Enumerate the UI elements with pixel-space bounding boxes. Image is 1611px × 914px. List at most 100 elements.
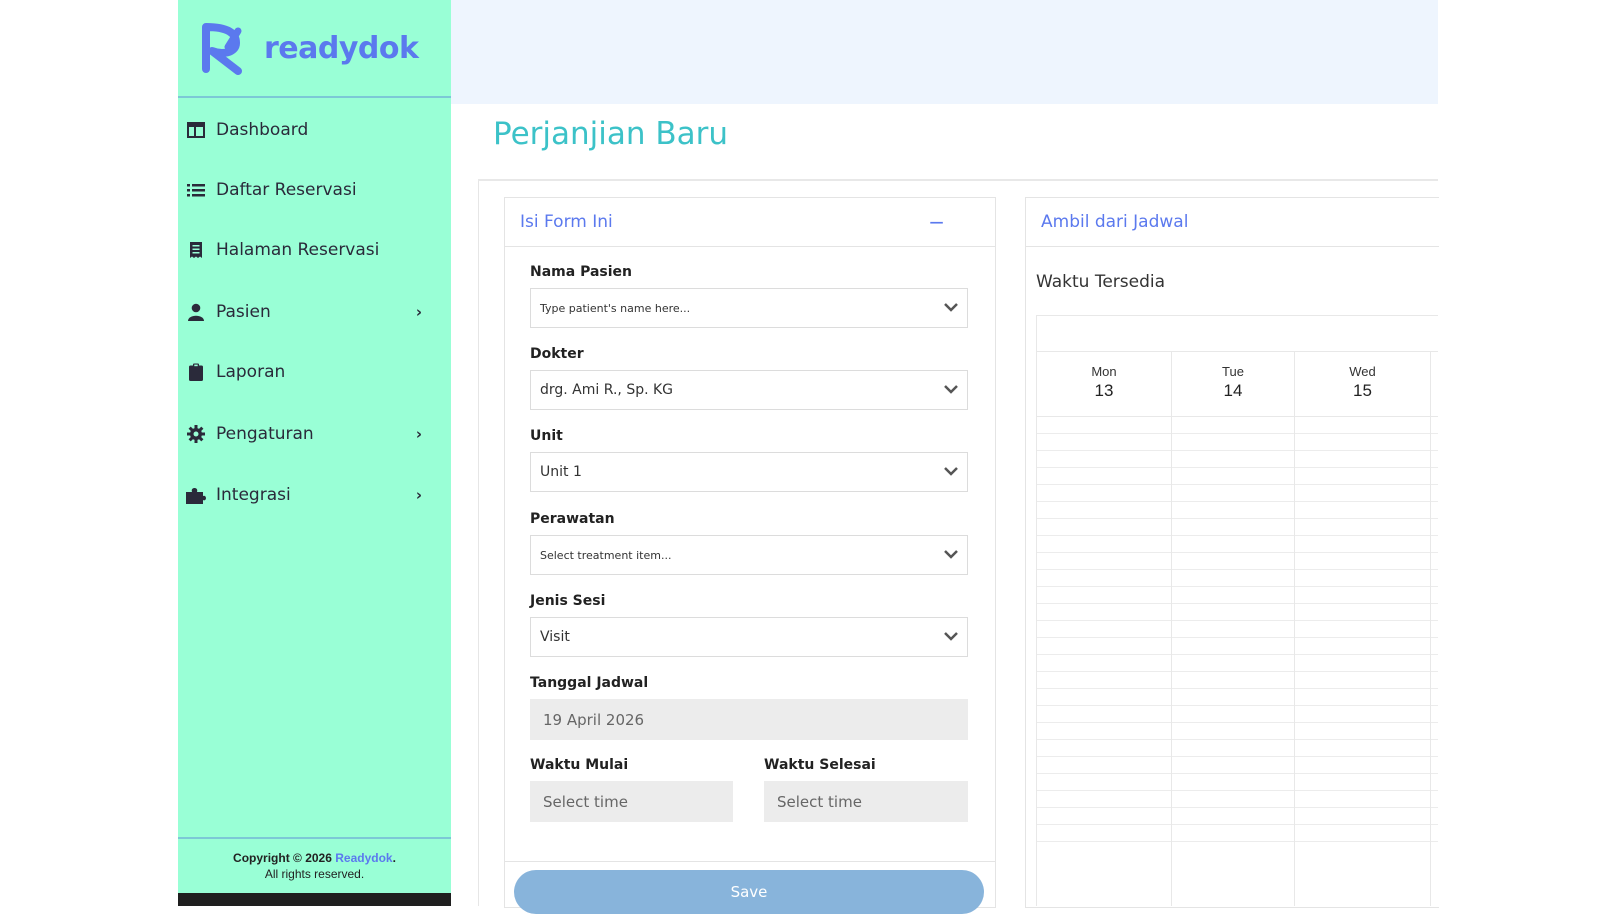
time-slot[interactable]: [1037, 841, 1171, 842]
time-slot[interactable]: [1431, 773, 1438, 774]
time-slot[interactable]: [1431, 586, 1438, 587]
time-slot[interactable]: [1431, 569, 1438, 570]
time-slot[interactable]: [1037, 484, 1171, 485]
brand-logo[interactable]: readydok: [178, 0, 451, 98]
time-slot[interactable]: [1172, 688, 1294, 689]
time-slot[interactable]: [1431, 450, 1438, 451]
time-slot[interactable]: [1431, 620, 1438, 621]
sidebar-item-integrasi[interactable]: Integrasi ›: [186, 477, 436, 513]
time-slot[interactable]: [1431, 756, 1438, 757]
time-slot[interactable]: [1172, 807, 1294, 808]
session-type-select[interactable]: Visit: [530, 617, 968, 657]
time-slot[interactable]: [1295, 841, 1430, 842]
time-slot[interactable]: [1037, 535, 1171, 536]
time-slot[interactable]: [1431, 433, 1438, 434]
time-slot[interactable]: [1431, 535, 1438, 536]
time-slot[interactable]: [1172, 722, 1294, 723]
sidebar-item-halaman-reservasi[interactable]: Halaman Reservasi: [186, 232, 436, 268]
time-slot[interactable]: [1431, 807, 1438, 808]
time-slot[interactable]: [1172, 467, 1294, 468]
patient-select[interactable]: Type patient's name here...: [530, 288, 968, 328]
time-slot[interactable]: [1172, 790, 1294, 791]
unit-select[interactable]: Unit 1: [530, 452, 968, 492]
time-slot[interactable]: [1037, 637, 1171, 638]
time-slot[interactable]: [1037, 450, 1171, 451]
time-slot[interactable]: [1037, 586, 1171, 587]
time-slot[interactable]: [1037, 722, 1171, 723]
time-slot[interactable]: [1295, 773, 1430, 774]
time-slot[interactable]: [1295, 535, 1430, 536]
time-slot[interactable]: [1431, 722, 1438, 723]
time-slot[interactable]: [1172, 535, 1294, 536]
time-slot[interactable]: [1295, 620, 1430, 621]
treatment-select[interactable]: Select treatment item...: [530, 535, 968, 575]
time-slot[interactable]: [1295, 824, 1430, 825]
time-slot[interactable]: [1172, 450, 1294, 451]
time-slot[interactable]: [1295, 807, 1430, 808]
time-slot[interactable]: [1295, 739, 1430, 740]
time-slot[interactable]: [1037, 501, 1171, 502]
sidebar-item-pasien[interactable]: Pasien ›: [186, 294, 436, 330]
time-slot[interactable]: [1295, 450, 1430, 451]
footer-brand-link[interactable]: Readydok: [335, 851, 392, 865]
time-slot[interactable]: [1037, 688, 1171, 689]
time-slot[interactable]: [1295, 654, 1430, 655]
time-slot[interactable]: [1037, 654, 1171, 655]
time-slot[interactable]: [1172, 569, 1294, 570]
time-slot[interactable]: [1172, 654, 1294, 655]
time-slot[interactable]: [1037, 620, 1171, 621]
time-slot[interactable]: [1295, 467, 1430, 468]
time-slot[interactable]: [1431, 654, 1438, 655]
time-slot[interactable]: [1037, 671, 1171, 672]
time-slot[interactable]: [1172, 705, 1294, 706]
time-slot[interactable]: [1037, 433, 1171, 434]
time-slot[interactable]: [1172, 552, 1294, 553]
end-time-input[interactable]: Select time: [764, 781, 968, 822]
time-slot[interactable]: [1431, 552, 1438, 553]
time-slot[interactable]: [1295, 484, 1430, 485]
time-slot[interactable]: [1431, 518, 1438, 519]
time-slot[interactable]: [1431, 467, 1438, 468]
time-slot[interactable]: [1431, 841, 1438, 842]
time-slot[interactable]: [1172, 501, 1294, 502]
time-slot[interactable]: [1431, 603, 1438, 604]
time-slot[interactable]: [1431, 671, 1438, 672]
time-slot[interactable]: [1172, 603, 1294, 604]
time-slot[interactable]: [1037, 756, 1171, 757]
time-slot[interactable]: [1431, 739, 1438, 740]
time-slot[interactable]: [1295, 688, 1430, 689]
time-slot[interactable]: [1431, 637, 1438, 638]
date-input[interactable]: 19 April 2026: [530, 699, 968, 740]
time-slot[interactable]: [1295, 637, 1430, 638]
time-slot[interactable]: [1037, 705, 1171, 706]
time-slot[interactable]: [1431, 824, 1438, 825]
time-slot[interactable]: [1295, 569, 1430, 570]
time-slot[interactable]: [1295, 790, 1430, 791]
time-slot[interactable]: [1295, 756, 1430, 757]
time-slot[interactable]: [1172, 773, 1294, 774]
time-slot[interactable]: [1431, 705, 1438, 706]
time-slot[interactable]: [1172, 671, 1294, 672]
time-slot[interactable]: [1172, 586, 1294, 587]
time-slot[interactable]: [1295, 671, 1430, 672]
time-slot[interactable]: [1172, 824, 1294, 825]
time-slot[interactable]: [1172, 739, 1294, 740]
time-slot[interactable]: [1037, 603, 1171, 604]
collapse-button[interactable]: −: [928, 210, 945, 234]
time-slot[interactable]: [1037, 518, 1171, 519]
time-slot[interactable]: [1295, 433, 1430, 434]
save-button[interactable]: Save: [514, 870, 984, 914]
time-slot[interactable]: [1037, 773, 1171, 774]
time-slot[interactable]: [1172, 433, 1294, 434]
time-slot[interactable]: [1037, 552, 1171, 553]
time-slot[interactable]: [1172, 484, 1294, 485]
time-slot[interactable]: [1295, 518, 1430, 519]
time-slot[interactable]: [1431, 501, 1438, 502]
time-slot[interactable]: [1037, 807, 1171, 808]
time-slot[interactable]: [1037, 739, 1171, 740]
time-slot[interactable]: [1295, 603, 1430, 604]
sidebar-item-pengaturan[interactable]: Pengaturan ›: [186, 416, 436, 452]
time-slot[interactable]: [1037, 569, 1171, 570]
sidebar-item-dashboard[interactable]: Dashboard: [186, 112, 436, 148]
time-slot[interactable]: [1431, 688, 1438, 689]
